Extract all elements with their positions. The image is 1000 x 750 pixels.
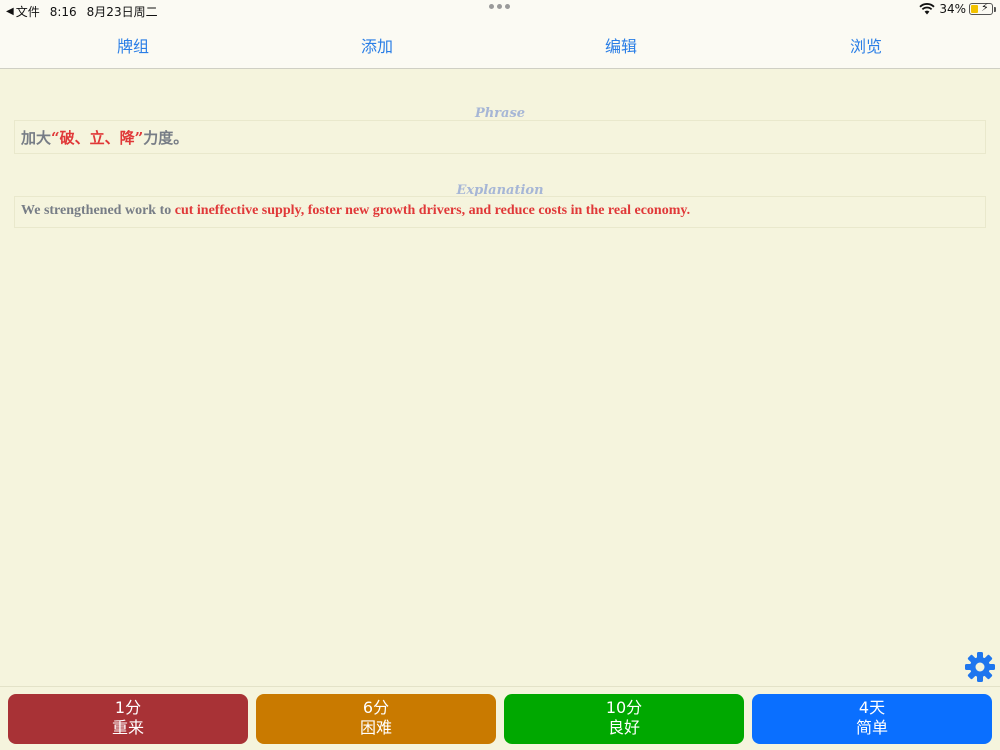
- easy-label: 简单: [855, 718, 888, 737]
- phrase-text-pre: 加大: [21, 129, 52, 147]
- explanation-text-pre: We strengthened work to: [21, 203, 175, 218]
- add-button[interactable]: 添加: [317, 33, 437, 57]
- good-button[interactable]: 10分 良好: [504, 694, 744, 744]
- browse-button[interactable]: 浏览: [806, 33, 926, 57]
- status-date: 8月23日周二: [86, 5, 158, 19]
- status-time: 8:16: [49, 4, 77, 19]
- again-button[interactable]: 1分 重来: [8, 694, 248, 744]
- explanation-field: We strengthened work to cut ineffective …: [14, 196, 986, 228]
- gear-icon[interactable]: [963, 650, 997, 684]
- phrase-field-label: Phrase: [474, 106, 526, 121]
- answer-bar: 1分 重来 6分 困难 10分 良好 4天 简单: [0, 686, 1000, 750]
- phrase-text-post: 力度。: [143, 129, 189, 147]
- charging-bolt-icon: ⚡: [981, 1, 989, 14]
- explanation-highlight: cut ineffective supply, foster new growt…: [174, 203, 687, 218]
- good-label: 良好: [607, 718, 640, 737]
- again-interval: 1分: [114, 698, 142, 717]
- status-bar: ◀ 文件 8:16 8月23日周二 34% ⚡: [0, 0, 1000, 22]
- again-label: 重来: [111, 718, 144, 737]
- hard-label: 困难: [359, 718, 392, 737]
- top-navigation-bar: 牌组 添加 编辑 浏览: [0, 22, 1000, 69]
- multitasking-dots-icon[interactable]: [489, 4, 513, 9]
- explanation-text-post: .: [686, 203, 691, 218]
- battery-icon: ⚡: [969, 1, 993, 15]
- phrase-highlight: “破、立、降”: [51, 129, 144, 147]
- edit-button[interactable]: 编辑: [561, 33, 681, 57]
- back-app-label[interactable]: 文件: [16, 3, 40, 20]
- good-interval: 10分: [605, 698, 643, 717]
- battery-tip: [994, 6, 996, 12]
- deck-button[interactable]: 牌组: [73, 33, 193, 57]
- back-arrow-icon[interactable]: ◀: [6, 6, 14, 17]
- wifi-icon: [919, 3, 935, 15]
- battery-percent: 34%: [939, 2, 966, 16]
- phrase-field: 加大“破、立、降”力度。: [14, 120, 986, 154]
- hard-interval: 6分: [362, 698, 390, 717]
- easy-interval: 4天: [858, 698, 886, 717]
- hard-button[interactable]: 6分 困难: [256, 694, 496, 744]
- easy-button[interactable]: 4天 简单: [752, 694, 992, 744]
